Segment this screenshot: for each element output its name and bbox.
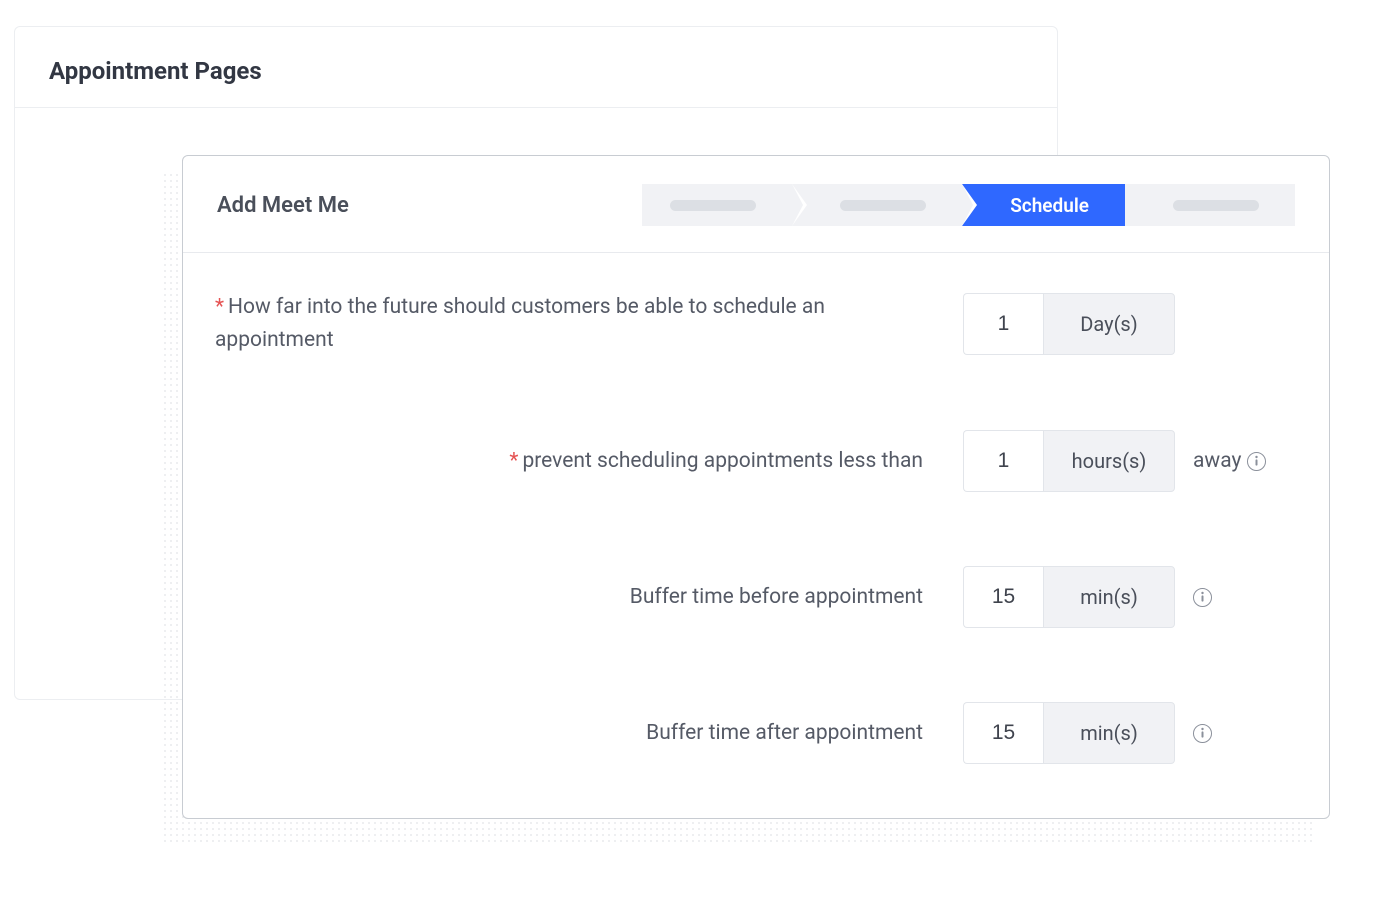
prevent-less-than-unit-select[interactable]: hours(s) bbox=[1043, 430, 1175, 492]
future-schedule-unit-select[interactable]: Day(s) bbox=[1043, 293, 1175, 355]
info-icon[interactable] bbox=[1193, 588, 1212, 607]
buffer-after-input[interactable] bbox=[963, 702, 1043, 764]
page-title: Appointment Pages bbox=[15, 27, 1057, 107]
prevent-less-than-input[interactable] bbox=[963, 430, 1043, 492]
wizard-steps: Schedule bbox=[642, 184, 1295, 226]
trailing-text: away bbox=[1193, 449, 1266, 473]
field-row-future-schedule: *How far into the future should customer… bbox=[215, 291, 1327, 356]
wizard-step-1[interactable] bbox=[642, 184, 792, 226]
step-skeleton bbox=[670, 200, 756, 211]
buffer-after-unit-select[interactable]: min(s) bbox=[1043, 702, 1175, 764]
future-schedule-input[interactable] bbox=[963, 293, 1043, 355]
wizard-step-label: Schedule bbox=[1010, 194, 1089, 217]
wizard-title: Add Meet Me bbox=[217, 193, 349, 218]
info-icon[interactable] bbox=[1247, 452, 1266, 471]
buffer-before-input[interactable] bbox=[963, 566, 1043, 628]
divider bbox=[15, 107, 1057, 108]
wizard-card: Add Meet Me Schedule *How far into the f… bbox=[182, 155, 1330, 819]
required-asterisk: * bbox=[215, 295, 224, 319]
field-row-prevent-less-than: *prevent scheduling appointments less th… bbox=[215, 430, 1327, 492]
form-body: *How far into the future should customer… bbox=[183, 253, 1329, 774]
buffer-before-unit-select[interactable]: min(s) bbox=[1043, 566, 1175, 628]
wizard-header: Add Meet Me Schedule bbox=[183, 156, 1329, 253]
wizard-step-schedule[interactable]: Schedule bbox=[962, 184, 1125, 226]
field-label: *How far into the future should customer… bbox=[215, 291, 923, 356]
step-skeleton bbox=[840, 200, 926, 211]
wizard-step-4[interactable] bbox=[1125, 184, 1295, 226]
field-label: Buffer time after appointment bbox=[646, 717, 923, 750]
field-label: *prevent scheduling appointments less th… bbox=[509, 445, 923, 478]
wizard-step-2[interactable] bbox=[792, 184, 962, 226]
field-row-buffer-after: Buffer time after appointment min(s) bbox=[215, 702, 1327, 764]
info-icon[interactable] bbox=[1193, 724, 1212, 743]
step-skeleton bbox=[1173, 200, 1259, 211]
field-row-buffer-before: Buffer time before appointment min(s) bbox=[215, 566, 1327, 628]
field-label: Buffer time before appointment bbox=[630, 581, 923, 614]
required-asterisk: * bbox=[509, 449, 518, 473]
